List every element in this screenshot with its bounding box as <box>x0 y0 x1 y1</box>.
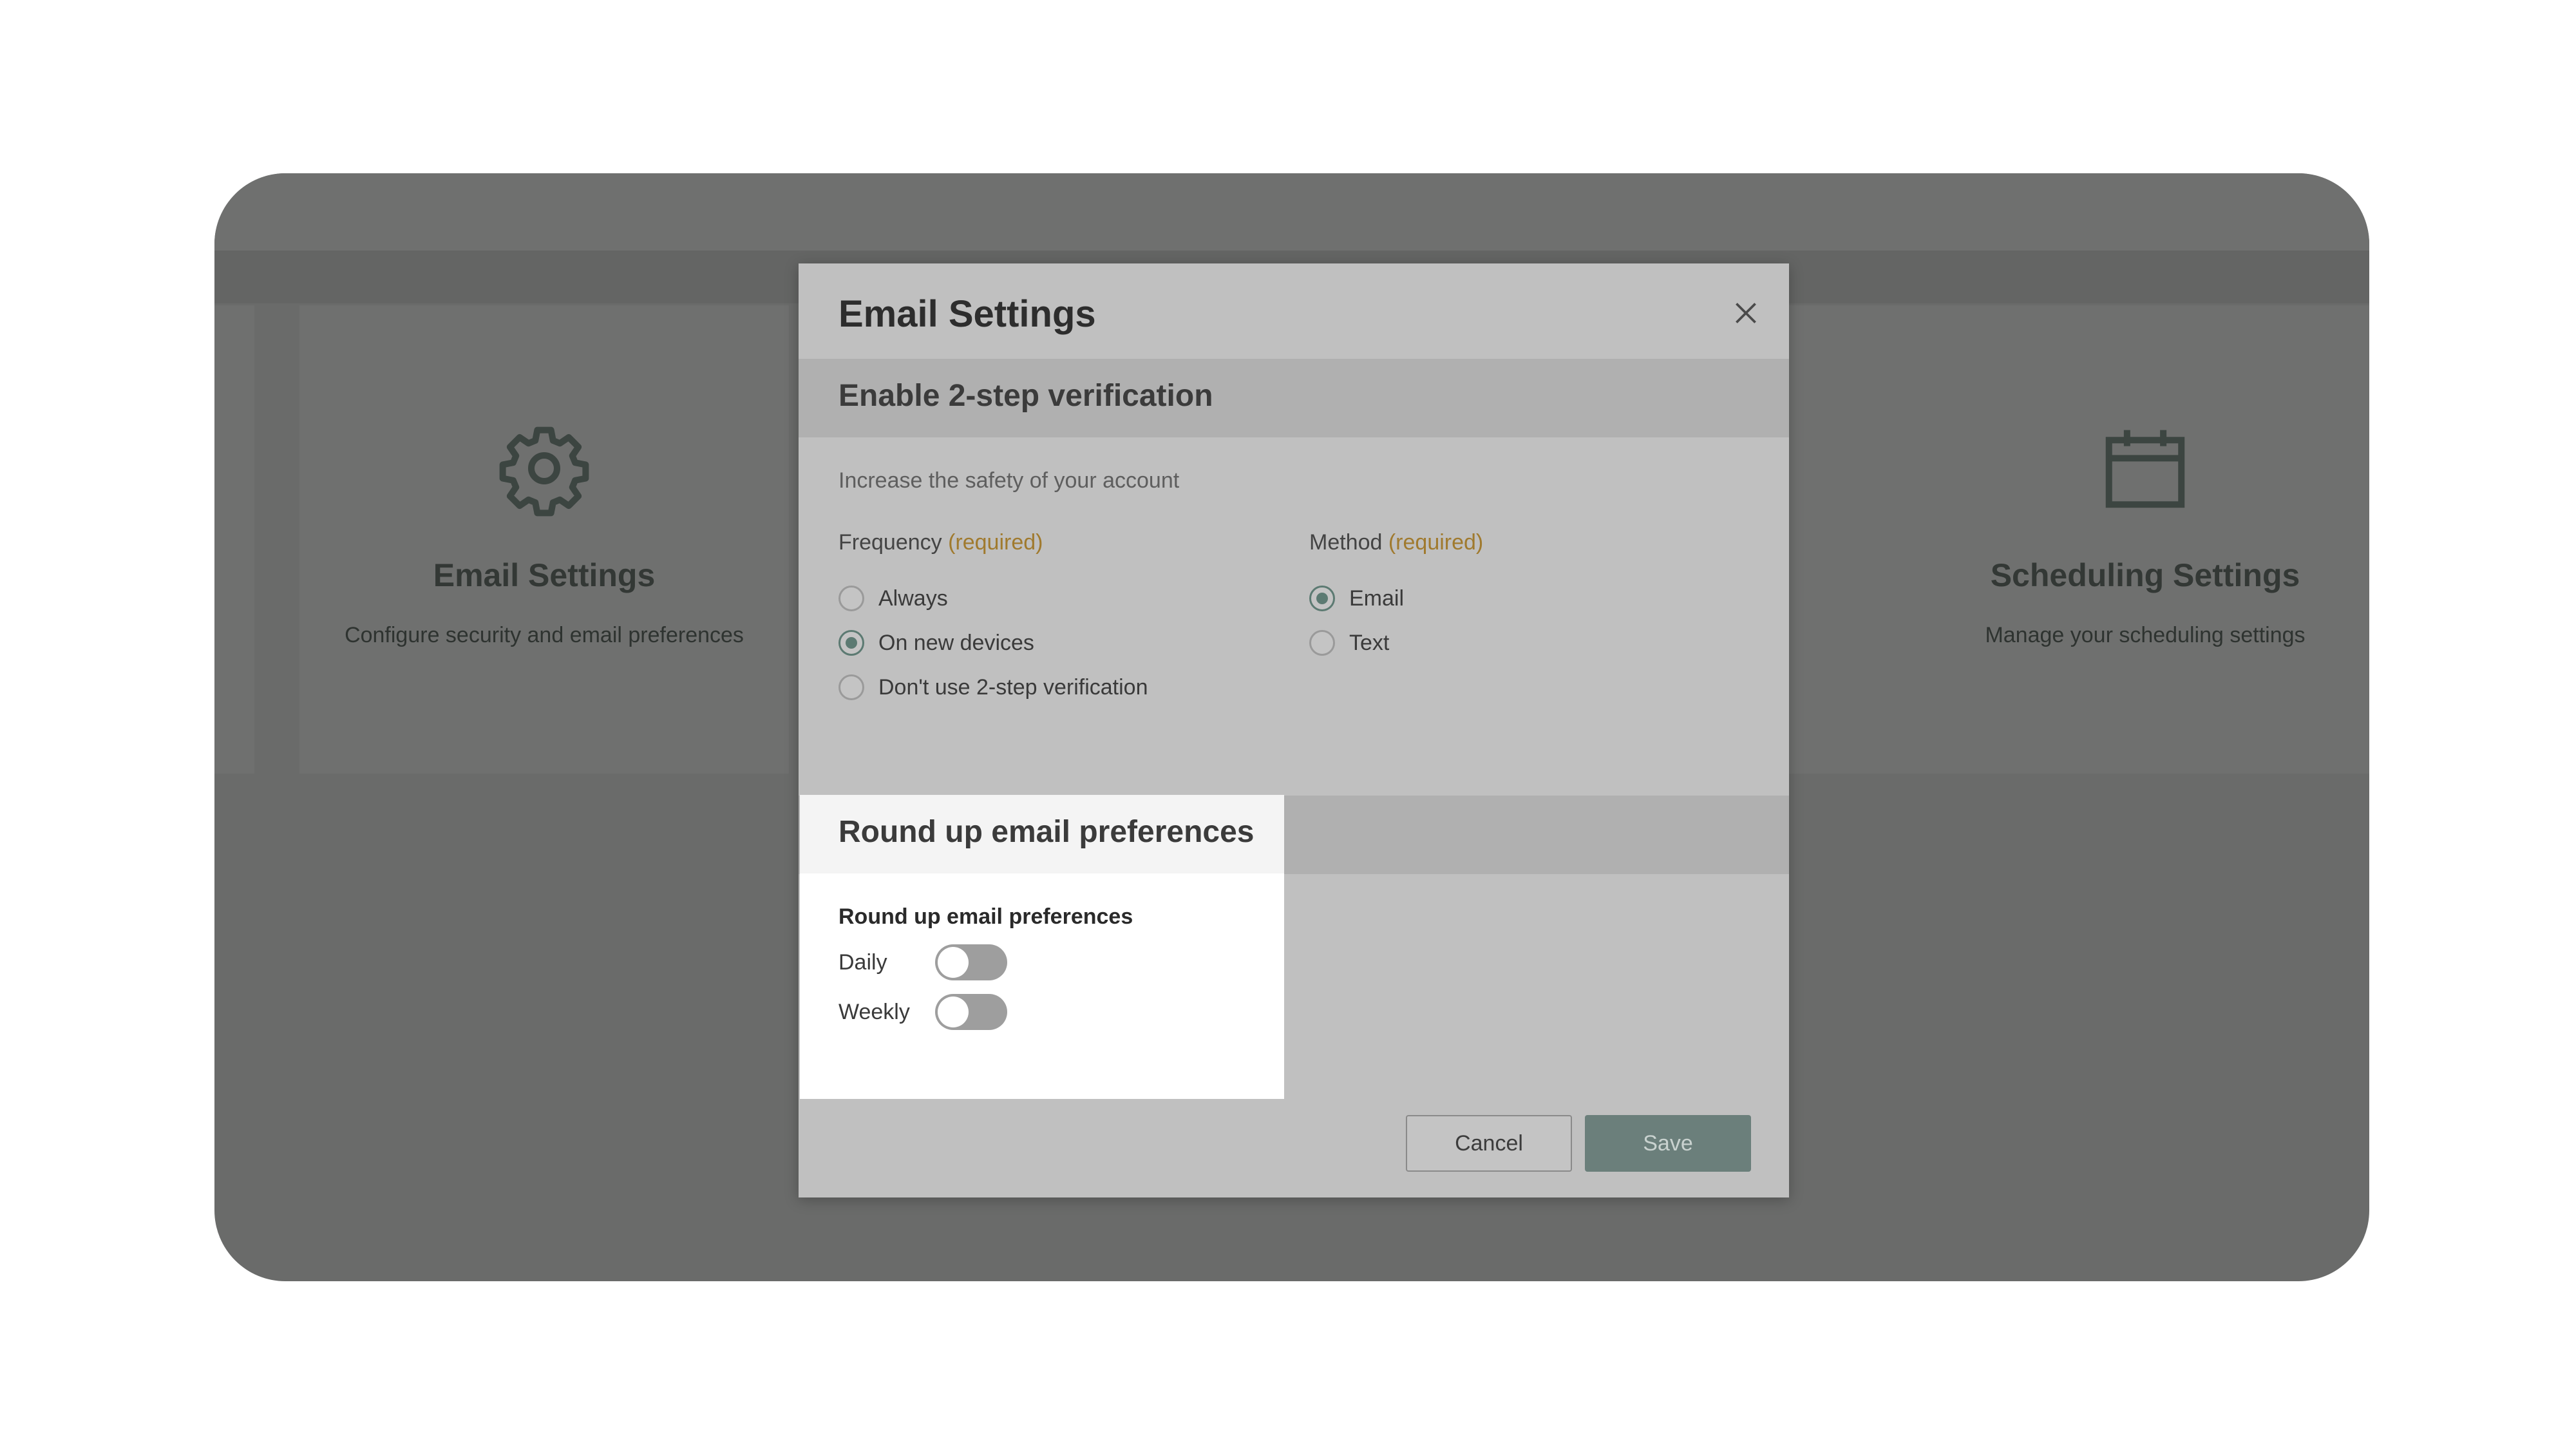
card-title: Scheduling Settings <box>1990 557 2300 593</box>
card-description: Manage your scheduling settings <box>1985 623 2306 647</box>
cancel-button[interactable]: Cancel <box>1406 1115 1572 1172</box>
gear-icon <box>499 426 589 517</box>
method-label-text: Method <box>1309 530 1383 555</box>
section-title: Round up email preferences <box>838 815 1255 849</box>
required-indicator: (required) <box>1388 530 1484 555</box>
radio-label: Don't use 2-step verification <box>878 674 1148 700</box>
toggle-knob <box>938 947 969 978</box>
radio-button[interactable] <box>1309 630 1335 656</box>
frequency-label-text: Frequency <box>838 530 942 555</box>
close-icon[interactable] <box>1730 297 1762 329</box>
email-settings-card[interactable]: Email Settings Configure security and em… <box>299 305 789 774</box>
radio-label: On new devices <box>878 630 1034 655</box>
required-indicator: (required) <box>948 530 1043 555</box>
radio-label: Text <box>1349 630 1390 655</box>
app-header-band <box>214 173 2369 251</box>
section-title: Enable 2-step verification <box>838 379 1213 413</box>
radio-label: Always <box>878 586 948 611</box>
background-card-partial-left <box>214 305 254 774</box>
calendar-icon <box>2105 430 2185 508</box>
toggle-label: Weekly <box>838 999 910 1024</box>
daily-toggle-row: Daily <box>838 943 1007 982</box>
radio-button[interactable] <box>838 674 864 700</box>
method-option-text[interactable]: Text <box>1309 629 1389 657</box>
radio-label: Email <box>1349 586 1405 611</box>
toggle-knob <box>938 997 969 1027</box>
daily-toggle[interactable] <box>935 944 1007 980</box>
scheduling-settings-card[interactable]: Scheduling Settings Manage your scheduli… <box>1907 305 2369 774</box>
modal-title: Email Settings <box>838 293 1096 335</box>
radio-button-selected[interactable] <box>1309 586 1335 611</box>
roundup-preferences-panel: Round up email preferences Round up emai… <box>800 795 1284 1099</box>
weekly-toggle-row: Weekly <box>838 993 1007 1031</box>
toggle-label: Daily <box>838 949 887 975</box>
frequency-option-new-devices[interactable]: On new devices <box>838 629 1034 657</box>
two-step-help-text: Increase the safety of your account <box>838 468 1180 493</box>
method-label: Method (required) <box>1309 530 1483 555</box>
frequency-label: Frequency (required) <box>838 530 1043 555</box>
frequency-option-always[interactable]: Always <box>838 584 948 613</box>
two-step-section-header: Enable 2-step verification <box>799 359 1789 437</box>
radio-button[interactable] <box>838 586 864 611</box>
frequency-option-disable[interactable]: Don't use 2-step verification <box>838 673 1148 701</box>
radio-button-selected[interactable] <box>838 630 864 656</box>
save-button[interactable]: Save <box>1585 1115 1751 1172</box>
weekly-toggle[interactable] <box>935 994 1007 1030</box>
roundup-subheading: Round up email preferences <box>838 904 1133 929</box>
method-option-email[interactable]: Email <box>1309 584 1404 613</box>
roundup-section-header: Round up email preferences <box>800 795 1284 873</box>
card-description: Configure security and email preferences <box>345 623 744 647</box>
card-title: Email Settings <box>433 557 656 593</box>
